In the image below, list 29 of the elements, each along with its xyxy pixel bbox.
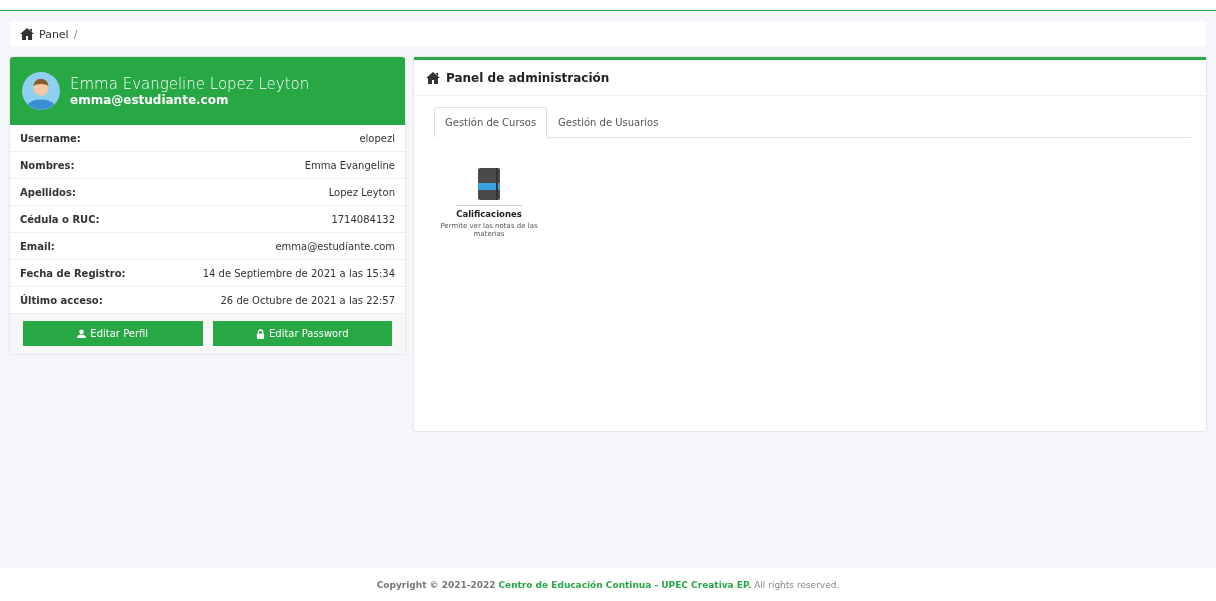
- field-value: 26 de Octubre de 2021 a las 22:57: [220, 294, 395, 306]
- avatar-icon: [22, 72, 60, 110]
- lock-icon: [256, 328, 265, 339]
- field-label: Fecha de Registro:: [20, 267, 126, 279]
- home-icon: [426, 71, 440, 84]
- field-label: Username:: [20, 132, 81, 144]
- field-label: Cédula o RUC:: [20, 213, 100, 225]
- tab[interactable]: Gestión de Usuarios: [547, 107, 670, 138]
- field-value: 14 de Septiembre de 2021 a las 15:34: [202, 267, 395, 279]
- field-value: elopezl: [359, 132, 395, 144]
- field-label: Nombres:: [20, 159, 75, 171]
- module-title[interactable]: Calificaciones: [456, 205, 522, 219]
- home-icon: [20, 28, 34, 40]
- field-value: emma@estudiante.com: [275, 240, 395, 252]
- notebook-icon[interactable]: [477, 168, 501, 200]
- user-icon: [77, 329, 87, 338]
- field-label: Último acceso:: [20, 294, 103, 306]
- field-value: Emma Evangeline: [304, 159, 395, 171]
- profile-email: emma@estudiante.com: [70, 93, 230, 107]
- field-value: Lopez Leyton: [328, 186, 395, 198]
- footer-text: Copyright © 2021-2022 Centro de Educación Continua - UPEC Creativa EP. All rights reserved.: [375, 579, 841, 590]
- field-label: Email:: [20, 240, 55, 252]
- tab[interactable]: Gestión de Cursos: [434, 107, 548, 138]
- breadcrumb-link[interactable]: Panel: [39, 27, 69, 41]
- field-label: Apellidos:: [20, 186, 76, 198]
- breadcrumb-separator: /: [73, 27, 78, 41]
- profile-name: Emma Evangeline Lopez Leyton: [70, 75, 310, 93]
- panel-title: Panel de administración: [446, 70, 610, 85]
- field-value: 1714084132: [331, 213, 395, 225]
